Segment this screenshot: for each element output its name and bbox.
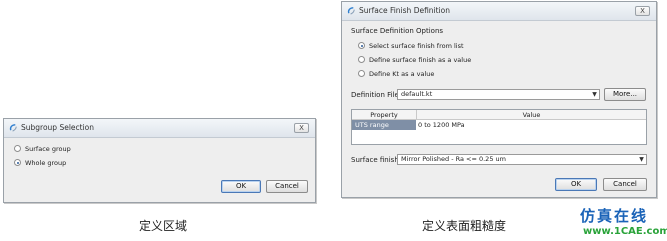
- app-logo-icon: [347, 7, 355, 15]
- definition-file-label: Definition File:: [351, 91, 402, 99]
- radio-label: Define surface finish as a value: [369, 56, 472, 64]
- surface-finish-label: Surface finish:: [351, 156, 402, 164]
- dialog-title: Surface Finish Definition: [359, 6, 451, 15]
- definition-file-value: default.kt: [401, 90, 433, 98]
- definition-file-dropdown[interactable]: default.kt ▼: [397, 89, 600, 100]
- property-table: Property Value UTS range 0 to 1200 MPa: [351, 109, 647, 145]
- dialog-title: Subgroup Selection: [21, 123, 95, 132]
- cancel-button[interactable]: Cancel: [603, 178, 647, 191]
- radio-button[interactable]: [14, 145, 21, 152]
- radio-label: Surface group: [25, 145, 71, 153]
- radio-label: Select surface finish from list: [369, 42, 464, 50]
- column-header-value: Value: [416, 110, 646, 120]
- close-button[interactable]: X: [635, 6, 650, 16]
- radio-button-selected[interactable]: [14, 159, 21, 166]
- app-logo-icon: [9, 124, 17, 132]
- cancel-button[interactable]: Cancel: [266, 180, 308, 193]
- table-row-property[interactable]: UTS range: [352, 120, 416, 130]
- options-heading: Surface Definition Options: [351, 27, 444, 35]
- close-button[interactable]: X: [294, 123, 309, 133]
- radio-label: Define Kt as a value: [369, 70, 435, 78]
- surface-finish-titlebar: Surface Finish Definition X: [342, 2, 656, 21]
- radio-button[interactable]: [358, 56, 365, 63]
- ok-button[interactable]: OK: [221, 180, 261, 193]
- chevron-down-icon[interactable]: ▼: [637, 155, 646, 164]
- surface-finish-dialog: Surface Finish Definition X Surface Defi…: [341, 1, 657, 198]
- more-button[interactable]: More...: [604, 88, 646, 101]
- column-header-property: Property: [352, 110, 416, 120]
- watermark-url: www.1CAE.com: [583, 226, 667, 237]
- chevron-down-icon[interactable]: ▼: [590, 90, 599, 99]
- caption-left: 定义区域: [139, 219, 188, 233]
- ok-button[interactable]: OK: [555, 178, 597, 191]
- caption-right: 定义表面粗糙度: [422, 219, 507, 233]
- watermark-text: 仿真在线: [580, 207, 649, 225]
- radio-button[interactable]: [358, 70, 365, 77]
- radio-label: Whole group: [25, 159, 67, 167]
- subgroup-titlebar: Subgroup Selection X: [4, 119, 315, 138]
- subgroup-selection-dialog: Subgroup Selection X Surface group Whole…: [3, 118, 316, 203]
- table-row-value[interactable]: 0 to 1200 MPa: [418, 120, 465, 130]
- surface-finish-dropdown[interactable]: Mirror Polished - Ra <= 0.25 um ▼: [397, 154, 647, 165]
- surface-finish-value: Mirror Polished - Ra <= 0.25 um: [401, 155, 506, 163]
- radio-button-selected[interactable]: [358, 42, 365, 49]
